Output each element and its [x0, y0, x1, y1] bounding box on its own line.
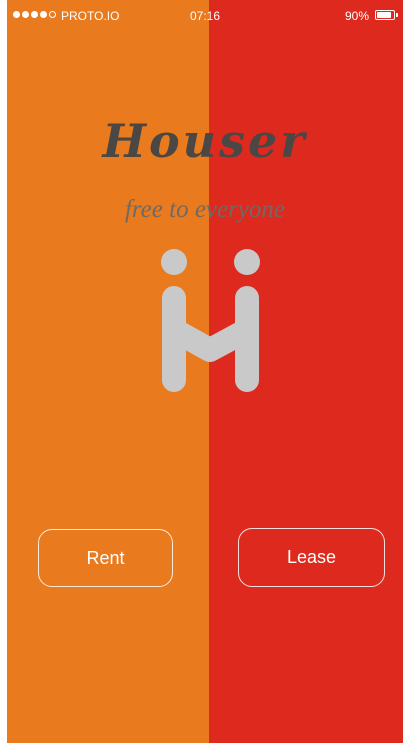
logo-body [162, 286, 259, 392]
lease-button[interactable]: Lease [238, 528, 385, 587]
status-time: 07:16 [189, 9, 221, 23]
welcome-screen: PROTO.IO 07:16 90% Houser free to everyo… [7, 0, 403, 743]
battery-fill [377, 12, 392, 18]
logo-dot-left [161, 249, 187, 275]
battery-tip [396, 13, 398, 17]
rent-button[interactable]: Rent [38, 529, 173, 587]
app-title: Houser [102, 114, 308, 168]
app-tagline: free to everyone [124, 196, 286, 223]
battery-percent: 90% [344, 9, 369, 23]
status-bar: PROTO.IO 07:16 90% [7, 0, 403, 32]
battery-icon [375, 10, 395, 20]
logo-dot-right [234, 249, 260, 275]
houser-logo-icon [161, 249, 260, 392]
